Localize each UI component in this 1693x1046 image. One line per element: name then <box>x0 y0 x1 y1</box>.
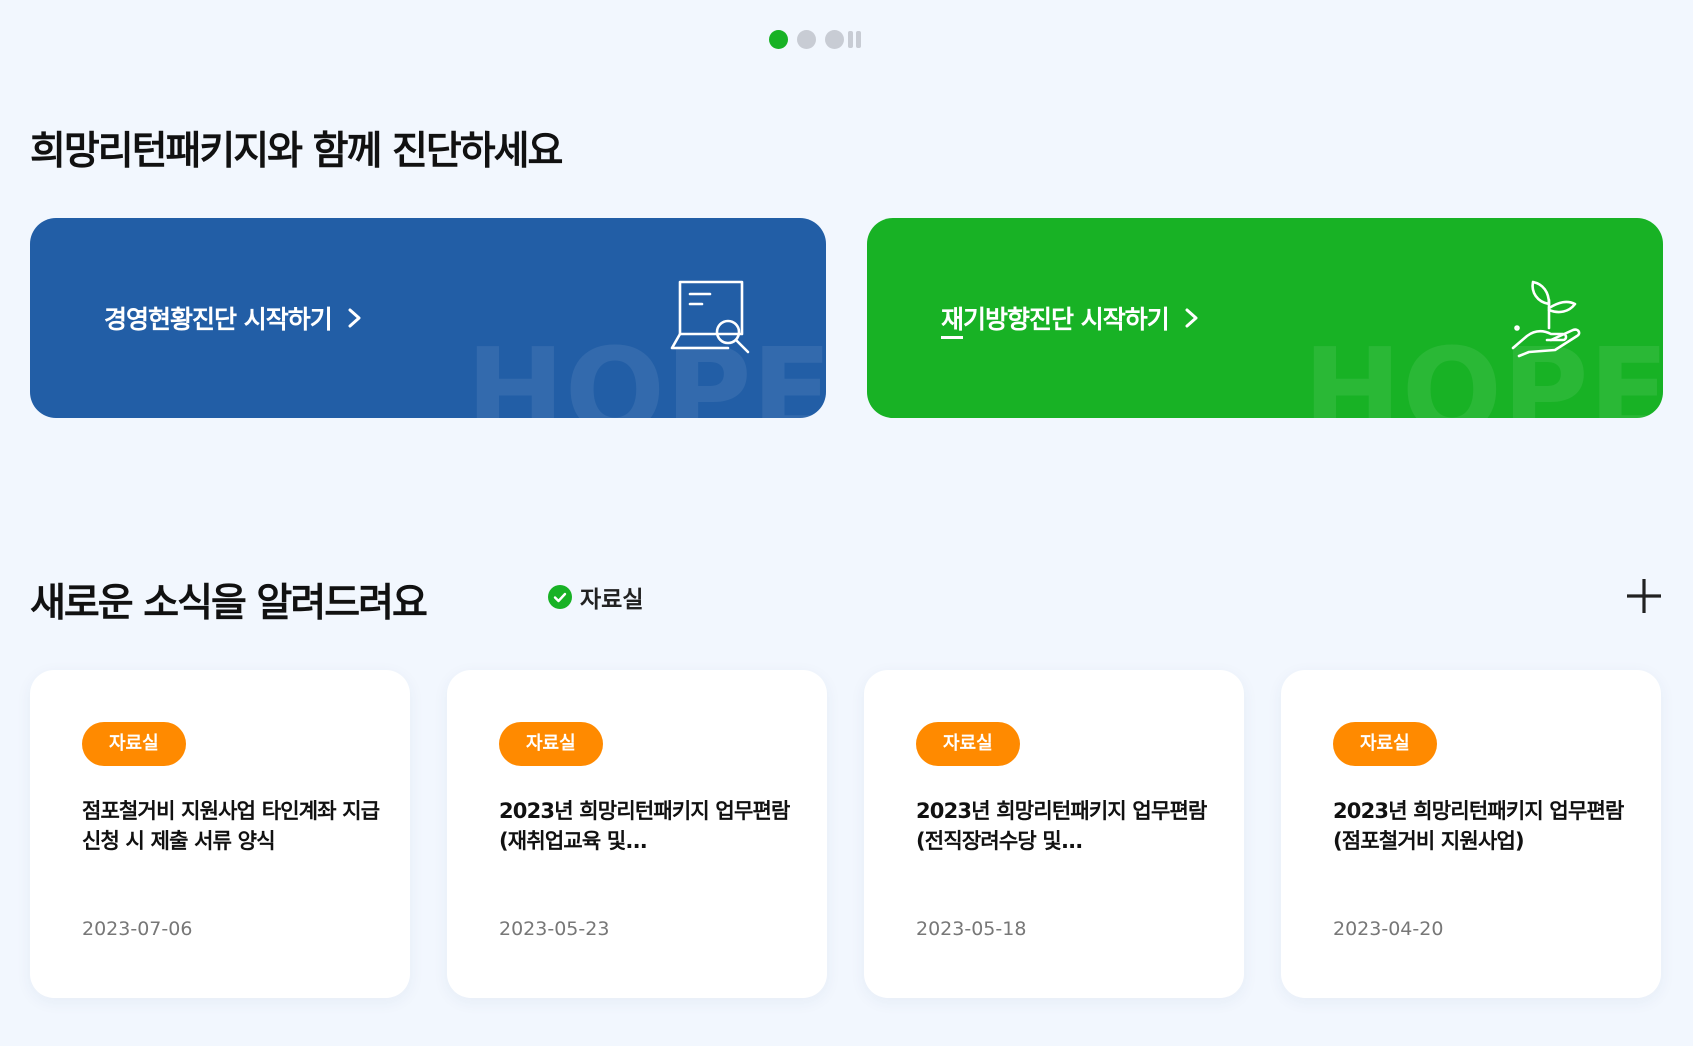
filter-label: 자료실 <box>580 587 644 613</box>
pager-dot-2[interactable] <box>797 30 816 49</box>
banner-label: 경영현황진단 시작하기 <box>104 300 364 336</box>
carousel-pager <box>769 30 861 49</box>
news-card[interactable]: 자료실 2023년 희망리턴패키지 업무편람(재취업교육 및... 2023-0… <box>447 670 827 998</box>
pager-dot-1[interactable] <box>769 30 788 49</box>
document-search-icon <box>670 280 750 354</box>
card-date: 2023-04-20 <box>1333 918 1444 940</box>
hand-sprout-icon <box>1511 280 1581 358</box>
card-date: 2023-05-18 <box>916 918 1027 940</box>
page: 희망리턴패키지와 함께 진단하세요 HOPE 경영현황진단 시작하기 HOPE … <box>0 0 1693 1046</box>
news-section-title: 새로운 소식을 알려드려요 <box>30 581 428 626</box>
pause-icon[interactable] <box>848 31 861 48</box>
card-title: 2023년 희망리턴패키지 업무편람(점포철거비 지원사업) <box>1333 799 1624 853</box>
category-badge: 자료실 <box>1333 722 1437 766</box>
svg-text:HOPE: HOPE <box>466 332 826 418</box>
news-card[interactable]: 자료실 점포철거비 지원사업 타인계좌 지급 신청 시 제출 서류 양식 202… <box>30 670 410 998</box>
label-underline <box>941 336 963 339</box>
pager-dot-3[interactable] <box>825 30 844 49</box>
business-status-diagnosis-banner[interactable]: HOPE 경영현황진단 시작하기 <box>30 218 826 418</box>
hope-watermark: HOPE <box>466 332 826 418</box>
news-card-list: 자료실 점포철거비 지원사업 타인계좌 지급 신청 시 제출 서류 양식 202… <box>30 670 1661 998</box>
card-title: 2023년 희망리턴패키지 업무편람(전직장려수당 및... <box>916 799 1207 853</box>
card-date: 2023-07-06 <box>82 918 193 940</box>
news-card[interactable]: 자료실 2023년 희망리턴패키지 업무편람(전직장려수당 및... 2023-… <box>864 670 1244 998</box>
hope-watermark: HOPE <box>1303 332 1663 418</box>
recovery-direction-diagnosis-banner[interactable]: HOPE 재기방향진단 시작하기 <box>867 218 1663 418</box>
svg-text:HOPE: HOPE <box>1303 332 1663 418</box>
check-circle-icon <box>548 585 572 609</box>
archive-filter[interactable]: 자료실 <box>548 580 643 614</box>
category-badge: 자료실 <box>499 722 603 766</box>
category-badge: 자료실 <box>916 722 1020 766</box>
category-badge: 자료실 <box>82 722 186 766</box>
chevron-right-icon <box>348 308 361 328</box>
plus-icon[interactable] <box>1624 576 1664 616</box>
banner-label-text: 재기방향진단 시작하기 <box>941 305 1170 334</box>
card-date: 2023-05-23 <box>499 918 610 940</box>
card-title: 점포철거비 지원사업 타인계좌 지급 신청 시 제출 서류 양식 <box>82 799 380 853</box>
news-card[interactable]: 자료실 2023년 희망리턴패키지 업무편람(점포철거비 지원사업) 2023-… <box>1281 670 1661 998</box>
banner-label: 재기방향진단 시작하기 <box>941 300 1201 336</box>
card-title: 2023년 희망리턴패키지 업무편람(재취업교육 및... <box>499 799 790 853</box>
banner-label-text: 경영현황진단 시작하기 <box>104 305 333 334</box>
diagnosis-section-title: 희망리턴패키지와 함께 진단하세요 <box>30 129 563 174</box>
chevron-right-icon <box>1185 308 1198 328</box>
